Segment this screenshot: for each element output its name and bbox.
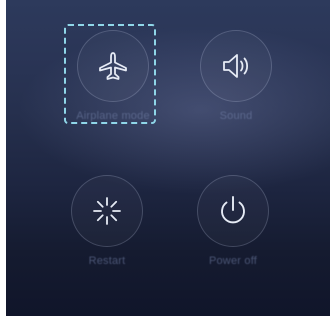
sound-label: Sound (219, 110, 253, 122)
restart-label: Restart (88, 255, 126, 267)
power-menu-screen: Airplane mode Sound Restart Power off (0, 0, 336, 323)
speaker-icon (218, 48, 254, 84)
power-off-button[interactable] (197, 175, 269, 247)
restart-button[interactable] (71, 175, 143, 247)
sound-button[interactable] (200, 30, 272, 102)
power-off-action[interactable]: Power off (178, 175, 288, 295)
power-menu-panel: Airplane mode Sound Restart Power off (6, 0, 330, 316)
restart-action[interactable]: Restart (52, 175, 162, 295)
power-off-label: Power off (208, 255, 258, 267)
power-icon (215, 193, 251, 229)
focus-highlight-frame (64, 24, 156, 124)
sound-toggle[interactable]: Sound (181, 30, 291, 150)
restart-icon (90, 194, 124, 228)
